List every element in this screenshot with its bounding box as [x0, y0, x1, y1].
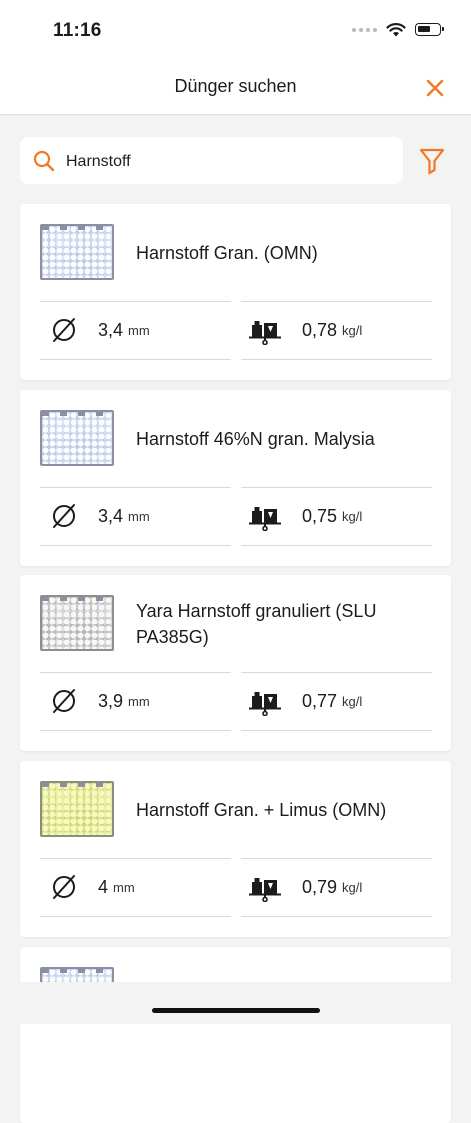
divider: [241, 858, 432, 859]
battery-icon: [415, 23, 444, 36]
density-value: 0,78: [302, 319, 338, 340]
divider: [40, 916, 231, 917]
density-value: 0,79: [302, 876, 338, 897]
fertilizer-name: Harnstoff 46%N gran. Malysia: [136, 428, 375, 449]
fertilizer-card[interactable]: Harnstoff Gran. (OMN) 3,4 mm 0,78 kg/l: [20, 204, 451, 380]
diameter-icon: [53, 689, 75, 713]
diameter-unit: mm: [128, 322, 150, 338]
divider: [241, 672, 432, 673]
diameter-stat: 3,9 mm: [50, 686, 150, 716]
diameter-icon: [53, 875, 75, 899]
navigation-bar: Dünger suchen: [0, 60, 471, 115]
density-unit: kg/l: [342, 693, 363, 709]
bottom-safe-area: [0, 982, 471, 1024]
diameter-icon: [53, 318, 75, 342]
diameter-unit: mm: [128, 693, 150, 709]
density-stat: 0,77 kg/l: [248, 686, 362, 716]
cellular-signal-icon: [352, 27, 377, 32]
density-stat: 0,79 kg/l: [248, 872, 362, 902]
divider: [241, 916, 432, 917]
diameter-stat: 3,4 mm: [50, 315, 150, 345]
divider: [40, 730, 231, 731]
fertilizer-card[interactable]: Harnstoff 46%N gran. Malysia 3,4 mm 0,75…: [20, 390, 451, 566]
fertilizer-card[interactable]: Yara Harnstoff 46 geprillt: [20, 947, 451, 1123]
fertilizer-thumbnail: [40, 410, 114, 466]
density-value: 0,75: [302, 505, 338, 526]
fertilizer-name: Harnstoff Gran. + Limus (OMN): [136, 799, 387, 820]
diameter-stat: 4 mm: [50, 872, 135, 902]
diameter-value: 3,4: [98, 505, 124, 526]
divider: [40, 545, 231, 546]
divider: [241, 487, 432, 488]
fertilizer-name: Harnstoff Gran. (OMN): [136, 242, 318, 263]
divider: [40, 487, 231, 488]
filter-icon[interactable]: [419, 147, 445, 175]
divider: [40, 672, 231, 673]
close-icon[interactable]: [423, 76, 447, 100]
density-unit: kg/l: [342, 322, 363, 338]
density-stat: 0,75 kg/l: [248, 501, 362, 531]
fertilizer-thumbnail: [40, 224, 114, 280]
scale-weight-icon: [249, 692, 281, 716]
fertilizer-card[interactable]: Harnstoff Gran. + Limus (OMN) 4 mm 0,79 …: [20, 761, 451, 937]
home-indicator[interactable]: [152, 1008, 320, 1013]
diameter-value: 3,9: [98, 690, 124, 711]
status-bar: 11:16: [0, 0, 471, 60]
scale-weight-icon: [249, 878, 281, 902]
diameter-unit: mm: [113, 879, 135, 895]
page-title: Dünger suchen: [174, 76, 297, 96]
diameter-icon: [53, 504, 75, 528]
density-unit: kg/l: [342, 508, 363, 524]
scale-weight-icon: [249, 321, 281, 345]
diameter-value: 4: [98, 876, 109, 897]
wifi-icon: [386, 23, 406, 37]
divider: [40, 359, 231, 360]
search-bar[interactable]: [20, 137, 403, 186]
search-input[interactable]: [64, 137, 388, 186]
divider: [40, 301, 231, 302]
search-icon: [33, 150, 55, 172]
divider: [241, 301, 432, 302]
fertilizer-card[interactable]: Yara Harnstoff granuliert (SLU PA385G) 3…: [20, 575, 451, 751]
density-value: 0,77: [302, 690, 338, 711]
fertilizer-thumbnail: [40, 781, 114, 837]
divider: [241, 730, 432, 731]
divider: [241, 545, 432, 546]
divider: [40, 858, 231, 859]
divider: [241, 359, 432, 360]
scale-weight-icon: [249, 507, 281, 531]
fertilizer-thumbnail: [40, 595, 114, 651]
density-stat: 0,78 kg/l: [248, 315, 362, 345]
diameter-stat: 3,4 mm: [50, 501, 150, 531]
diameter-value: 3,4: [98, 319, 124, 340]
density-unit: kg/l: [342, 879, 363, 895]
diameter-unit: mm: [128, 508, 150, 524]
fertilizer-name: Yara Harnstoff granuliert (SLU PA385G): [136, 600, 377, 647]
status-time: 11:16: [53, 20, 102, 41]
